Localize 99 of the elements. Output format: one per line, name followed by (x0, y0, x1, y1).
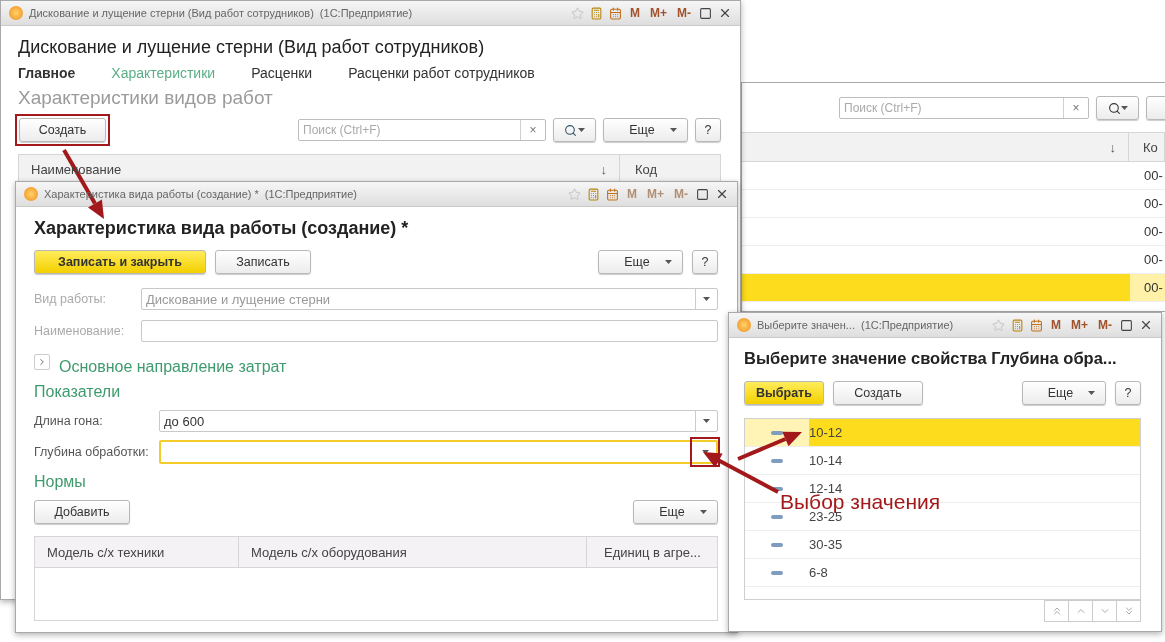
choose-button[interactable]: Выбрать (744, 381, 824, 405)
clear-button[interactable]: × (520, 120, 545, 140)
maximize-icon[interactable] (1120, 318, 1133, 332)
logo-icon (24, 187, 38, 201)
save-close-button[interactable]: Записать и закрыть (34, 250, 206, 274)
more-button[interactable]: Еще (1022, 381, 1106, 405)
item-icon (771, 458, 783, 463)
column-header[interactable]: Ко (1129, 133, 1164, 161)
list-item[interactable]: 10-14 (745, 447, 1140, 475)
calendar-icon[interactable] (609, 6, 622, 20)
calendar-icon[interactable] (1030, 318, 1043, 332)
logo-icon (737, 318, 751, 332)
caret-icon (700, 510, 707, 514)
logo-icon (9, 6, 23, 20)
item-icon (771, 430, 783, 435)
search-button[interactable] (1096, 96, 1139, 120)
memory-button[interactable]: M+ (1069, 318, 1090, 332)
save-button[interactable]: Записать (215, 250, 311, 274)
star-icon[interactable] (571, 6, 584, 20)
app-name: (1С:Предприятие) (319, 7, 413, 19)
create-button[interactable]: Создать (19, 118, 106, 142)
memory-button[interactable]: M- (1096, 318, 1114, 332)
calculator-icon[interactable] (1011, 318, 1024, 332)
field-label: Вид работы: (34, 292, 107, 306)
more-button[interactable]: Еще (633, 500, 718, 524)
close-icon[interactable] (718, 6, 732, 20)
section-title: Характеристики видов работ (18, 87, 274, 109)
item-icon (771, 486, 783, 491)
caret-icon (703, 297, 710, 301)
search-field[interactable]: Поиск (Ctrl+F) × (839, 97, 1089, 119)
item-icon (771, 542, 783, 547)
memory-button[interactable]: M+ (648, 6, 669, 20)
caret-icon (1088, 391, 1095, 395)
maximize-icon[interactable] (696, 187, 709, 201)
field-label: Наименование: (34, 324, 126, 338)
star-icon[interactable] (992, 318, 1005, 332)
sort-mark: ↓ (1109, 139, 1116, 155)
memory-button[interactable]: M (628, 6, 642, 20)
list-item[interactable]: 30-35 (745, 531, 1140, 559)
star-icon[interactable] (568, 187, 581, 201)
annotation-arrow (737, 431, 802, 461)
table-row[interactable]: 00- (742, 218, 1165, 246)
search-button[interactable] (553, 118, 596, 142)
create-button[interactable]: Создать (833, 381, 923, 405)
close-icon[interactable] (1139, 318, 1153, 332)
section-title: Показатели (34, 382, 122, 402)
field-label: Длина гона: (34, 414, 104, 428)
caret-icon (703, 419, 710, 423)
more-button[interactable]: Еще (598, 250, 683, 274)
search-field[interactable]: Поиск (Ctrl+F) × (298, 119, 546, 141)
form-heading: Выберите значение свойства Глубина обра... (744, 348, 1118, 369)
search-icon (1107, 101, 1121, 115)
window-title: Выберите значен... (757, 319, 855, 331)
nav-link[interactable]: Главное (18, 65, 76, 81)
form-heading: Характеристика вида работы (создание) * (34, 217, 410, 239)
table-row[interactable]: 00- (742, 246, 1165, 274)
chevron-icon (37, 357, 47, 367)
field-label: Глубина обработки: (34, 445, 150, 459)
calendar-icon[interactable] (606, 187, 619, 201)
app-name: (1С:Предприятие) (861, 319, 954, 331)
memory-button[interactable]: M (1049, 318, 1063, 332)
table-cell: 00- (1130, 274, 1165, 301)
table-row[interactable]: 00- (742, 162, 1165, 190)
more-button[interactable]: Еще (603, 118, 688, 142)
section-title: Нормы (34, 472, 87, 492)
nav-link[interactable]: Расценки работ сотрудников (348, 65, 535, 81)
calculator-icon[interactable] (587, 187, 600, 201)
caret-icon (665, 260, 672, 264)
item-icon (771, 514, 783, 519)
column-header[interactable]: Код (620, 155, 720, 183)
app-name: (1С:Предприятие) (264, 188, 358, 200)
caret-icon (1120, 106, 1128, 110)
close-icon[interactable] (715, 187, 729, 201)
help-button[interactable]: ? (1115, 381, 1141, 405)
form-heading: Дискование и лущение стерни (Вид работ сотрудников) (18, 36, 486, 58)
list-item[interactable]: 6-8 (745, 559, 1140, 587)
input-field[interactable] (159, 440, 718, 464)
caret-icon (578, 128, 585, 132)
search-icon (564, 123, 577, 137)
memory-button[interactable]: M- (675, 6, 693, 20)
maximize-icon[interactable] (699, 6, 712, 20)
input-field[interactable]: до 600 (159, 410, 718, 432)
column-header[interactable]: Модель с/х оборудования (239, 537, 587, 567)
help-button[interactable]: ? (695, 118, 721, 142)
clear-button[interactable]: × (1063, 98, 1088, 118)
calculator-icon[interactable] (590, 6, 603, 20)
nav-link[interactable]: Расценки (251, 65, 313, 81)
window-title: Дискование и лущение стерни (Вид работ сотрудников) (29, 7, 314, 19)
column-header[interactable]: ↓ (742, 133, 1129, 161)
expand-toggle[interactable] (34, 354, 50, 370)
caret-icon (670, 128, 677, 132)
table-row[interactable]: 00- (742, 190, 1165, 218)
column-header[interactable]: Единиц в агре... (587, 537, 718, 567)
input-field[interactable] (141, 320, 718, 342)
sort-mark: ↓ (600, 161, 607, 177)
column-header[interactable]: Модель с/х техники (35, 537, 239, 567)
help-button[interactable]: ? (692, 250, 718, 274)
item-icon (771, 570, 783, 575)
add-button[interactable]: Добавить (34, 500, 130, 524)
